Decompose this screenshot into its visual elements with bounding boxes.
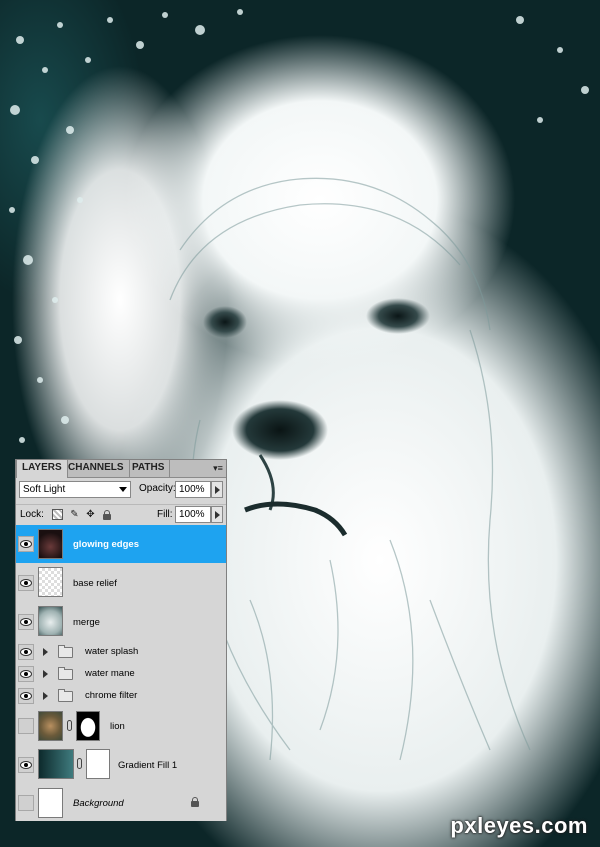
- expand-triangle-icon[interactable]: [43, 648, 48, 656]
- layer-base-relief[interactable]: base relief: [16, 563, 226, 603]
- blend-mode-value: Soft Light: [23, 484, 66, 495]
- opacity-slider-toggle[interactable]: [211, 481, 223, 498]
- layers-panel: LAYERS CHANNELS PATHS ▾≡ Soft Light Opac…: [15, 459, 227, 821]
- layer-name: lion: [110, 721, 125, 732]
- tab-layers[interactable]: LAYERS: [16, 460, 68, 478]
- panel-menu-icon[interactable]: ▾≡: [212, 462, 224, 474]
- visibility-toggle-empty[interactable]: [18, 718, 34, 734]
- layer-name: base relief: [73, 578, 117, 589]
- layer-name: water splash: [85, 646, 139, 657]
- layer-merge[interactable]: merge: [16, 602, 226, 642]
- watermark: pxleyes.com: [450, 813, 588, 838]
- layer-thumbnail: [38, 606, 63, 636]
- link-chain-icon[interactable]: [77, 758, 82, 769]
- layers-list: glowing edges base relief merge water sp…: [16, 525, 226, 821]
- visibility-eye-icon[interactable]: [18, 666, 34, 682]
- layer-thumbnail: [38, 788, 63, 818]
- tab-channels[interactable]: CHANNELS: [63, 460, 130, 477]
- visibility-toggle-empty[interactable]: [18, 795, 34, 811]
- layer-name: Gradient Fill 1: [118, 760, 178, 771]
- lock-label: Lock:: [20, 509, 44, 520]
- expand-triangle-icon[interactable]: [43, 692, 48, 700]
- fill-label: Fill:: [157, 509, 173, 520]
- panel-tabs: LAYERS CHANNELS PATHS ▾≡: [16, 460, 226, 478]
- visibility-eye-icon[interactable]: [18, 614, 34, 630]
- folder-icon: [58, 689, 73, 702]
- lock-brush-icon[interactable]: ✎: [69, 509, 80, 520]
- tab-paths[interactable]: PATHS: [127, 460, 171, 477]
- blend-mode-select[interactable]: Soft Light: [19, 481, 131, 498]
- folder-icon: [58, 667, 73, 680]
- layer-lion[interactable]: lion: [16, 707, 226, 746]
- padlock-icon: [191, 797, 199, 807]
- layer-name: chrome filter: [85, 690, 138, 701]
- opacity-label: Opacity:: [139, 483, 176, 494]
- layer-group-chrome-filter[interactable]: chrome filter: [16, 685, 226, 708]
- layer-mask-thumbnail[interactable]: [86, 749, 110, 779]
- visibility-eye-icon[interactable]: [18, 688, 34, 704]
- link-chain-icon[interactable]: [67, 720, 72, 731]
- layer-group-water-splash[interactable]: water splash: [16, 641, 226, 664]
- folder-icon: [58, 645, 73, 658]
- visibility-eye-icon[interactable]: [18, 536, 34, 552]
- visibility-eye-icon[interactable]: [18, 757, 34, 773]
- visibility-eye-icon[interactable]: [18, 644, 34, 660]
- layer-name: merge: [73, 617, 100, 628]
- layer-thumbnail: [38, 711, 63, 741]
- layer-mask-thumbnail[interactable]: [76, 711, 100, 741]
- visibility-eye-icon[interactable]: [18, 575, 34, 591]
- layer-group-water-mane[interactable]: water mane: [16, 663, 226, 686]
- layer-name: water mane: [85, 668, 135, 679]
- layer-name: glowing edges: [73, 539, 139, 550]
- layer-glowing-edges[interactable]: glowing edges: [16, 525, 226, 564]
- gradient-fill-thumbnail: [38, 749, 74, 779]
- opacity-input[interactable]: 100%: [175, 481, 211, 498]
- fill-input[interactable]: 100%: [175, 506, 211, 523]
- chevron-down-icon: [119, 487, 127, 492]
- layer-background[interactable]: Background: [16, 784, 226, 821]
- layer-thumbnail: [38, 529, 63, 559]
- lock-transparency-icon[interactable]: [52, 509, 63, 520]
- layer-thumbnail: [38, 567, 63, 597]
- lock-move-icon[interactable]: ✥: [85, 509, 96, 520]
- lock-all-icon[interactable]: [101, 509, 112, 520]
- layer-gradient-fill[interactable]: Gradient Fill 1: [16, 745, 226, 785]
- fill-slider-toggle[interactable]: [211, 506, 223, 523]
- expand-triangle-icon[interactable]: [43, 670, 48, 678]
- layer-name: Background: [73, 798, 124, 809]
